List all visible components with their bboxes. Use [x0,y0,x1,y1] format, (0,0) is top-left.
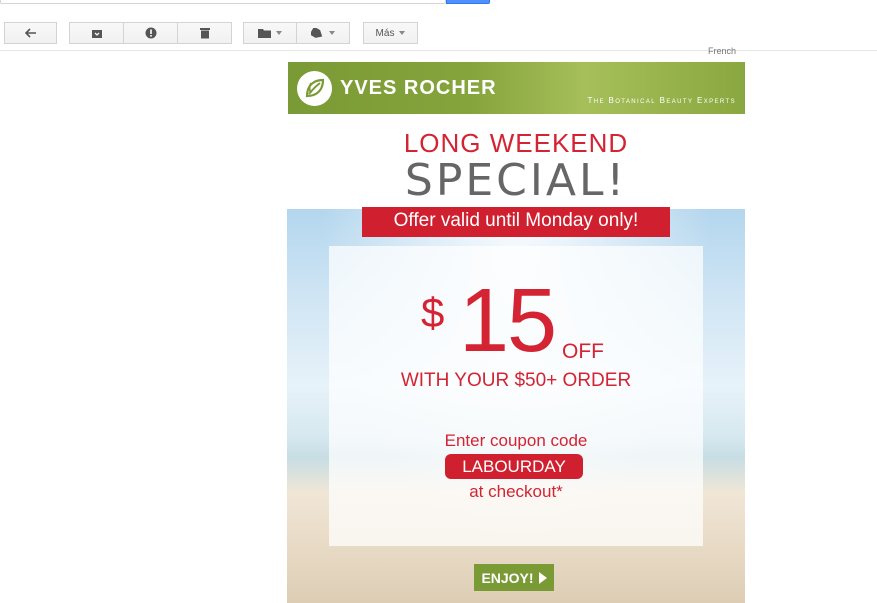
chevron-down-icon [276,31,282,35]
offer-validity-banner: Offer valid until Monday only! [362,207,670,237]
action-group [69,22,232,44]
discount-currency: $ [421,289,445,336]
back-group [4,22,57,44]
brand-name: YVES ROCHER [340,77,497,99]
discount-amount: 15 [459,271,557,371]
organize-group [243,22,350,44]
back-button[interactable] [4,22,57,44]
yves-rocher-leaf-logo [297,71,332,106]
chevron-down-icon [399,31,406,35]
enjoy-button[interactable]: ENJOY! [474,564,554,591]
headline-special: SPECIAL! [404,155,628,206]
chevron-down-icon [329,31,335,35]
mail-view: Más French YVES ROCHER The Botanical Bea… [0,0,877,603]
reply-icon [24,28,37,38]
archive-icon [91,28,103,39]
enjoy-label: ENJOY! [481,569,534,586]
more-button[interactable]: Más [363,22,418,44]
order-condition: WITH YOUR $50+ ORDER [400,370,632,391]
labels-button[interactable] [296,22,350,44]
search-input[interactable] [0,0,446,4]
more-group: Más [363,22,418,44]
report-spam-button[interactable] [123,22,178,44]
delete-icon [199,27,210,39]
email-body: YVES ROCHER The Botanical Beauty Experts… [287,62,745,603]
at-checkout-text: at checkout* [469,482,563,501]
brand-tagline: The Botanical Beauty Experts [587,96,736,105]
label-icon [311,27,324,39]
coupon-code-badge: LABOURDAY [445,454,583,479]
archive-button[interactable] [69,22,124,44]
delete-button[interactable] [177,22,232,44]
enter-coupon-text: Enter coupon code [444,431,588,450]
search-button[interactable] [446,0,490,4]
header-fragment: French [708,46,737,56]
discount-off-label: OFF [562,340,604,363]
message-toolbar: Más [0,14,877,51]
folder-icon [258,28,271,38]
play-arrow-icon [538,571,547,584]
more-label: Más [375,27,395,39]
move-to-button[interactable] [243,22,297,44]
report-spam-icon [145,27,157,39]
brand-header[interactable]: YVES ROCHER The Botanical Beauty Experts [288,62,745,114]
